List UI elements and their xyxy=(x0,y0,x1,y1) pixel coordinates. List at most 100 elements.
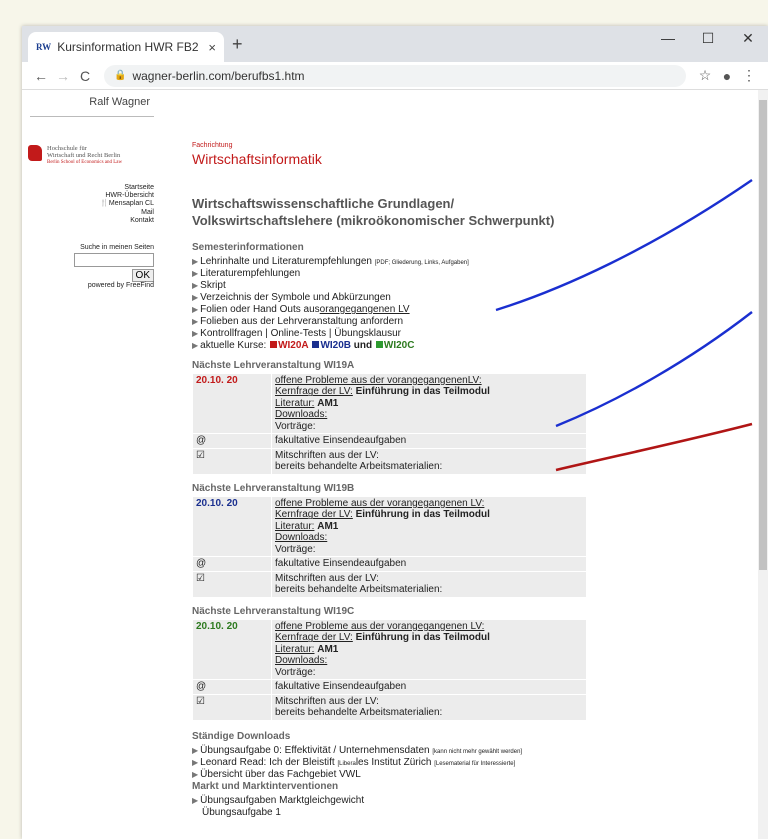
sidebar-link-mail[interactable]: Mail xyxy=(28,209,154,217)
browser-window: RW Kursinformation HWR FB2 Bache × + — ☐… xyxy=(22,26,768,839)
search-label: Suche in meinen Seiten xyxy=(80,243,154,251)
tab-close-icon[interactable]: × xyxy=(208,40,216,55)
lock-icon: 🔒 xyxy=(114,70,127,81)
sidebar: Ralf Wagner Hochschule für Wirtschaft un… xyxy=(28,90,154,289)
semester-item[interactable]: ▶ Skript xyxy=(192,280,592,292)
powered-by[interactable]: powered by FreeFind xyxy=(28,282,154,289)
lv-heading-b: Nächste Lehrveranstaltung WI19B xyxy=(192,482,355,494)
checkbox-icon: ☑ xyxy=(193,448,271,474)
kernfrage-link[interactable]: Kernfrage der LV: xyxy=(275,632,353,643)
kernfrage-link[interactable]: Kernfrage der LV: xyxy=(275,509,353,520)
hwr-logo[interactable]: Hochschule für Wirtschaft und Recht Berl… xyxy=(28,145,154,166)
url-field[interactable]: 🔒 wagner-berlin.com/berufbs1.htm xyxy=(104,64,686,87)
blue-square-icon xyxy=(312,340,320,348)
address-bar: ← → C 🔒 wagner-berlin.com/berufbs1.htm ☆… xyxy=(22,62,768,90)
lv-heading-a: Nächste Lehrveranstaltung WI19A xyxy=(192,359,355,371)
sidebar-nav: Startseite HWR-Übersicht 🍴Mensaplan CL M… xyxy=(28,184,154,226)
star-icon[interactable]: ☆ xyxy=(694,67,716,84)
checkbox-icon: ☑ xyxy=(193,694,271,720)
triangle-icon: ▶ xyxy=(192,769,199,779)
fakultativ-text: fakultative Einsendeaufgaben xyxy=(272,434,586,448)
sidebar-link-startseite[interactable]: Startseite xyxy=(28,184,154,192)
triangle-icon: ▶ xyxy=(192,757,199,767)
semester-item[interactable]: ▶ Verzeichnis der Symbole und Abkürzungen xyxy=(192,292,592,304)
lv-date: 20.10. 20 xyxy=(193,619,271,680)
course-link-wi20a[interactable]: WI20A xyxy=(278,340,309,351)
triangle-icon: ▶ xyxy=(192,316,199,326)
downloads-list: ▶ Übungsaufgabe 0: Effektivität / Unterne… xyxy=(192,745,592,781)
new-tab-button[interactable]: + xyxy=(232,34,243,55)
search-input[interactable] xyxy=(74,252,154,267)
lv-date: 20.10. 20 xyxy=(193,373,271,434)
checkbox-icon: ☑ xyxy=(193,571,271,597)
reload-button[interactable]: C xyxy=(74,68,96,84)
triangle-icon: ▶ xyxy=(192,328,199,338)
site-brand[interactable]: Ralf Wagner xyxy=(30,90,154,117)
semester-item[interactable]: ▶ Kontrollfragen | Online-Tests | Übungsk… xyxy=(192,328,592,340)
triangle-icon: ▶ xyxy=(192,280,199,290)
fakultativ-text: fakultative Einsendeaufgaben xyxy=(272,680,586,694)
lv-table-b: 20.10. 20 offene Probleme aus der vorang… xyxy=(192,495,587,598)
green-square-icon xyxy=(375,340,383,348)
fakultativ-text: fakultative Einsendeaufgaben xyxy=(272,557,586,571)
menu-icon[interactable]: ⋮ xyxy=(738,67,760,84)
downloads-link[interactable]: Downloads: xyxy=(275,409,583,421)
literatur-link[interactable]: Literatur: xyxy=(275,398,314,409)
semester-list: ▶ Lehrinhalte und Literaturempfehlungen [… xyxy=(192,256,592,352)
minimize-button[interactable]: — xyxy=(648,26,688,54)
at-icon: @ xyxy=(193,557,271,571)
literatur-link[interactable]: Literatur: xyxy=(275,644,314,655)
bear-logo-icon xyxy=(28,145,42,161)
literatur-link[interactable]: Literatur: xyxy=(275,521,314,532)
maximize-button[interactable]: ☐ xyxy=(688,26,728,54)
at-icon: @ xyxy=(193,680,271,694)
triangle-icon: ▶ xyxy=(192,268,199,278)
at-icon: @ xyxy=(193,434,271,448)
course-link-wi20c[interactable]: WI20C xyxy=(384,340,415,351)
fachrichtung-label: Fachrichtung xyxy=(192,142,233,149)
problems-link[interactable]: offene Probleme aus der vorangegangenen … xyxy=(275,498,583,510)
lv-date: 20.10. 20 xyxy=(193,496,271,557)
lv-heading-c: Nächste Lehrveranstaltung WI19C xyxy=(192,605,355,617)
search-ok-button[interactable]: OK xyxy=(131,268,154,282)
course-link-wi20b[interactable]: WI20B xyxy=(320,340,351,351)
tab-title: Kursinformation HWR FB2 Bache xyxy=(57,40,202,54)
tab-favicon: RW xyxy=(36,42,52,52)
problems-link[interactable]: offene Probleme aus der vorangegangenenL… xyxy=(275,375,583,387)
scrollbar[interactable] xyxy=(758,90,768,839)
window-controls: — ☐ ✕ xyxy=(648,26,768,54)
current-courses: ▶ aktuelle Kurse: WI20A WI20B und WI20C xyxy=(192,339,415,351)
browser-tab[interactable]: RW Kursinformation HWR FB2 Bache × xyxy=(28,32,224,62)
downloads-link[interactable]: Downloads: xyxy=(275,655,583,667)
sidebar-link-kontakt[interactable]: Kontakt xyxy=(28,217,154,225)
triangle-icon: ▶ xyxy=(192,795,199,805)
semester-item[interactable]: ▶ Folien oder Hand Outs ausorangegangenen… xyxy=(192,304,592,316)
sidebar-link-mensa[interactable]: 🍴Mensaplan CL xyxy=(28,200,154,208)
downloads-heading: Ständige Downloads xyxy=(192,730,291,742)
semester-item[interactable]: ▶ Literaturempfehlungen xyxy=(192,268,592,280)
profile-icon[interactable]: ● xyxy=(716,68,738,84)
forward-button[interactable]: → xyxy=(52,68,74,84)
tab-bar: RW Kursinformation HWR FB2 Bache × + — ☐… xyxy=(22,26,768,62)
triangle-icon: ▶ xyxy=(192,256,199,266)
markt-item[interactable]: ▶ Übungsaufgaben Marktgleichgewicht xyxy=(192,795,592,807)
triangle-icon: ▶ xyxy=(192,292,199,302)
lv-details: offene Probleme aus der vorangegangenen … xyxy=(272,619,586,680)
kernfrage-link[interactable]: Kernfrage der LV: xyxy=(275,386,353,397)
markt-item[interactable]: Übungsaufgabe 1 xyxy=(192,807,592,819)
scrollbar-thumb[interactable] xyxy=(759,100,767,570)
download-item[interactable]: ▶ Übungsaufgabe 0: Effektivität / Unterne… xyxy=(192,745,592,757)
triangle-icon: ▶ xyxy=(192,304,199,314)
semester-item[interactable]: ▶ Folieben aus der Lehrveranstaltung anfo… xyxy=(192,316,592,328)
main-content: Fachrichtung Wirtschaftsinformatik Wirts… xyxy=(192,90,592,819)
downloads-link[interactable]: Downloads: xyxy=(275,532,583,544)
lv-table-a: 20.10. 20 offene Probleme aus der vorang… xyxy=(192,372,587,475)
close-button[interactable]: ✕ xyxy=(728,26,768,54)
logo-text: Hochschule für Wirtschaft und Recht Berl… xyxy=(47,145,123,165)
back-button[interactable]: ← xyxy=(30,68,52,84)
triangle-icon: ▶ xyxy=(192,340,199,350)
semester-item[interactable]: ▶ Lehrinhalte und Literaturempfehlungen [… xyxy=(192,256,592,268)
problems-link[interactable]: offene Probleme aus der vorangegangenen … xyxy=(275,621,583,633)
download-item[interactable]: ▶ Leonard Read: Ich der Bleistift [Libera… xyxy=(192,757,592,769)
download-item[interactable]: ▶ Übersicht über das Fachgebiet VWL xyxy=(192,769,592,781)
